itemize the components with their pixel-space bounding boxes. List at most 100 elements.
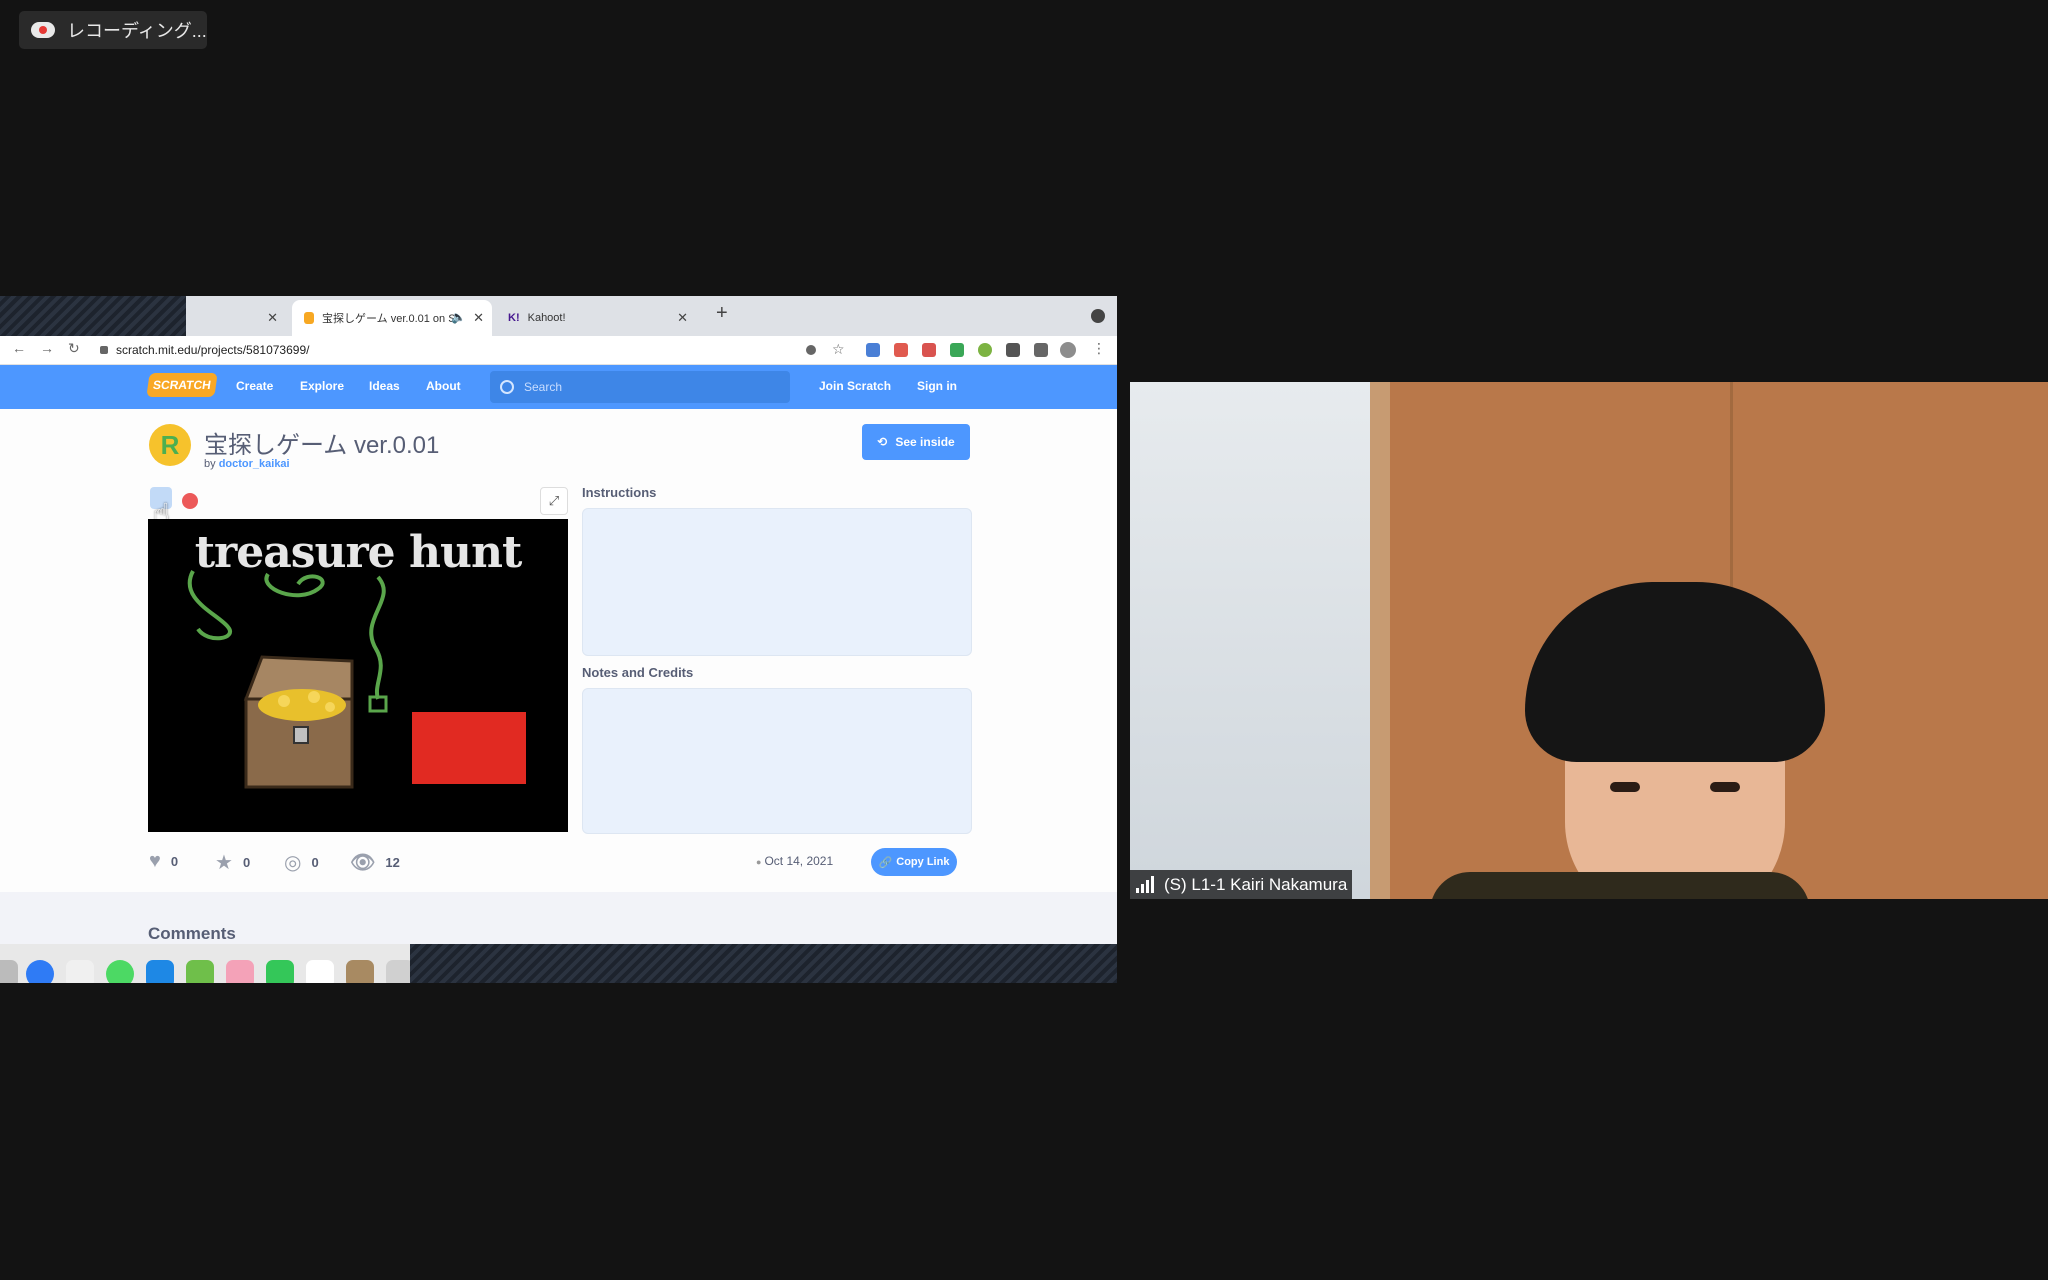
participant-video <box>1130 382 2048 899</box>
extension-icon[interactable] <box>978 343 992 357</box>
back-arrow-icon[interactable]: ← <box>12 340 26 356</box>
scratch-logo[interactable]: SCRATCH <box>146 373 218 397</box>
extension-icon[interactable] <box>922 343 936 357</box>
remix-stat: ◎ 0 <box>284 850 319 875</box>
close-tab-icon[interactable]: ✕ <box>473 310 484 326</box>
nav-create[interactable]: Create <box>236 379 273 393</box>
lock-icon <box>100 346 108 354</box>
new-tab-plus-icon[interactable]: + <box>716 302 728 325</box>
fullscreen-button[interactable]: ⤢ <box>540 487 568 515</box>
red-block-sprite <box>412 712 526 784</box>
extension-new-icon[interactable] <box>894 343 908 357</box>
sign-in-link[interactable]: Sign in <box>917 379 957 393</box>
love-stat[interactable]: ♥ 0 <box>149 850 178 873</box>
views-stat: 👁 12 <box>350 850 400 875</box>
copy-link-button[interactable]: 🔗 Copy Link <box>871 848 957 876</box>
finder-icon[interactable] <box>0 960 18 983</box>
author-link[interactable]: doctor_kaikai <box>219 458 290 470</box>
favorite-count: 0 <box>242 855 251 870</box>
see-inside-label: See inside <box>895 435 955 449</box>
url-text: scratch.mit.edu/projects/581073699/ <box>116 343 310 357</box>
facetime-icon[interactable] <box>266 960 294 983</box>
project-page: R 宝探しゲーム ver.0.01 by doctor_kaikai ⟲ See… <box>0 409 1117 983</box>
tab-title: 宝探しゲーム ver.0.01 on S <box>322 313 456 325</box>
tab-scratch-project[interactable]: 宝探しゲーム ver.0.01 on S 🔈 ✕ <box>292 300 492 336</box>
notes-app-icon[interactable] <box>346 960 374 983</box>
photos-icon[interactable] <box>226 960 254 983</box>
recording-label: レコーディング... <box>67 21 207 41</box>
translate-extension-icon[interactable] <box>866 343 880 357</box>
nav-about[interactable]: About <box>426 379 461 393</box>
instructions-heading: Instructions <box>582 485 657 500</box>
reload-icon[interactable]: ↻ <box>68 340 80 357</box>
tab-hidden[interactable]: ✕ <box>186 300 286 336</box>
recording-indicator[interactable]: レコーディング... <box>19 11 207 49</box>
desktop-wallpaper <box>410 944 1117 983</box>
wall-background <box>1130 382 1370 899</box>
participant-figure <box>1525 582 1825 899</box>
comments-heading: Comments <box>148 924 236 943</box>
messages-icon[interactable] <box>106 960 134 983</box>
search-placeholder: Search <box>524 380 563 394</box>
launchpad-icon[interactable] <box>66 960 94 983</box>
project-byline: by doctor_kaikai <box>204 458 290 470</box>
tab-search-icon[interactable] <box>1091 309 1105 323</box>
tab-title: Kahoot! <box>527 312 566 324</box>
calendar-icon[interactable] <box>306 960 334 983</box>
remix-arrows-icon: ⟲ <box>877 435 888 449</box>
mail-icon[interactable] <box>146 960 174 983</box>
connection-signal-icon <box>1136 876 1156 893</box>
notes-box <box>582 688 972 834</box>
cloud-record-icon <box>31 22 55 38</box>
remix-spiral-icon: ◎ <box>284 852 302 874</box>
close-tab-icon[interactable]: ✕ <box>267 310 278 326</box>
extension-icon[interactable] <box>950 343 964 357</box>
instructions-box <box>582 508 972 656</box>
maps-icon[interactable] <box>186 960 214 983</box>
audio-playing-icon[interactable]: 🔈 <box>451 310 466 324</box>
see-inside-button[interactable]: ⟲ See inside <box>862 424 970 460</box>
participant-hair <box>1525 582 1825 762</box>
date-icon: ● <box>756 857 762 867</box>
nav-ideas[interactable]: Ideas <box>369 379 400 393</box>
macos-dock <box>0 944 414 983</box>
kahoot-favicon-icon: K! <box>508 312 520 324</box>
by-prefix: by <box>204 458 216 470</box>
tab-kahoot[interactable]: K! Kahoot! ✕ <box>496 300 696 336</box>
scratch-navbar: SCRATCH Create Explore Ideas About Searc… <box>0 365 1117 409</box>
star-icon: ★ <box>215 852 233 874</box>
address-bar[interactable]: scratch.mit.edu/projects/581073699/ <box>100 340 820 360</box>
browser-menu-icon[interactable]: ⋮ <box>1092 340 1106 357</box>
stop-button[interactable] <box>182 493 198 509</box>
views-count: 12 <box>385 855 400 870</box>
nav-explore[interactable]: Explore <box>300 379 344 393</box>
search-input[interactable]: Search <box>490 371 790 403</box>
favorite-stat[interactable]: ★ 0 <box>215 850 250 875</box>
search-icon <box>500 380 514 394</box>
author-avatar[interactable]: R <box>149 424 191 466</box>
puzzle-extensions-icon[interactable] <box>1006 343 1020 357</box>
participant-eye <box>1710 782 1740 792</box>
participant-name: (S) L1-1 Kairi Nakamura <box>1164 874 1348 894</box>
join-scratch-link[interactable]: Join Scratch <box>819 379 891 393</box>
reading-list-icon[interactable] <box>1034 343 1048 357</box>
close-tab-icon[interactable]: ✕ <box>677 310 688 326</box>
project-stage[interactable]: treasure hunt <box>148 519 568 832</box>
link-icon: 🔗 <box>878 856 893 869</box>
bookmark-star-icon[interactable]: ☆ <box>832 341 845 358</box>
participant-eye <box>1610 782 1640 792</box>
forward-arrow-icon[interactable]: → <box>40 340 54 356</box>
key-icon[interactable] <box>806 345 816 355</box>
date-text: Oct 14, 2021 <box>764 854 834 868</box>
safari-icon[interactable] <box>26 960 54 983</box>
treasure-chest-graphic <box>243 655 354 789</box>
profile-avatar[interactable] <box>1060 342 1076 358</box>
project-title: 宝探しゲーム ver.0.01 <box>204 432 440 459</box>
notes-heading: Notes and Credits <box>582 665 694 680</box>
shared-screen: ✕ 宝探しゲーム ver.0.01 on S 🔈 ✕ K! Kahoot! ✕ … <box>0 296 1117 983</box>
eye-icon: 👁 <box>350 852 376 874</box>
browser-toolbar: ← → ↻ scratch.mit.edu/projects/581073699… <box>0 336 1117 365</box>
love-count: 0 <box>170 854 179 869</box>
scratch-favicon-icon <box>304 312 314 324</box>
copy-link-label: Copy Link <box>896 856 950 868</box>
